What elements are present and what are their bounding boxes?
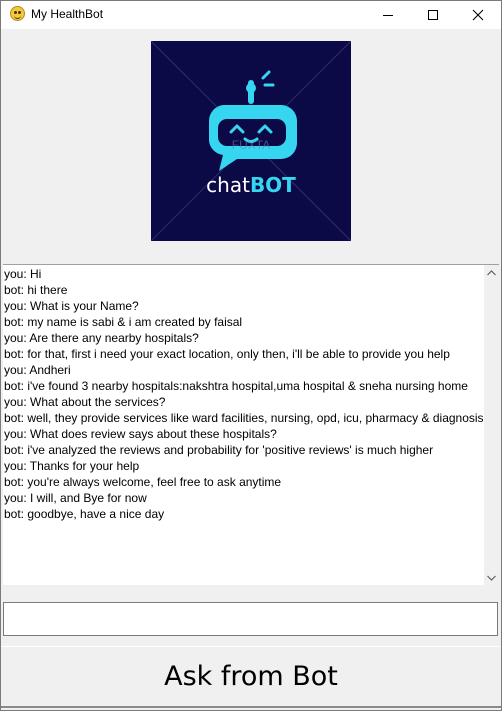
watermark-text: FUXTA [232,138,270,152]
chat-message: bot: for that, first i need your exact l… [4,347,450,361]
chat-message: you: Thanks for your help [4,459,140,473]
smiley-emoji-icon [10,6,25,21]
chat-message: bot: well, they provide services like wa… [4,411,483,425]
chat-message: bot: you're always welcome, feel free to… [4,475,282,489]
vertical-scrollbar[interactable] [484,265,499,585]
chat-message: you: Andheri [4,363,71,377]
logo-wordmark: chatBOT [206,173,296,197]
close-icon [472,9,484,21]
chat-message: you: Are there any nearby hospitals? [4,331,199,345]
message-input[interactable] [3,602,498,636]
chat-message: bot: hi there [4,283,68,297]
maximize-icon [428,10,438,20]
chat-message: you: What is your Name? [4,299,139,313]
app-window: My HealthBot FUXTA chatBOT you: Hi bot: … [0,0,502,711]
scroll-up-button[interactable] [484,265,499,280]
chat-message: bot: my name is sabi & i am created by f… [4,315,243,329]
chevron-down-icon [487,575,496,581]
chat-message: you: What does review says about these h… [4,427,277,441]
minimize-icon [383,15,393,16]
chat-message: bot: goodbye, have a nice day [4,507,165,521]
title-bar[interactable]: My HealthBot [1,1,501,29]
ask-from-bot-button[interactable]: Ask from Bot [1,646,501,708]
chat-history[interactable]: you: Hi bot: hi there you: What is your Na… [3,264,499,597]
minimize-button[interactable] [365,1,411,29]
chat-message: you: What about the services? [4,395,166,409]
chat-history-content: you: Hi bot: hi there you: What is your Na… [3,266,483,584]
chat-message: you: Hi [4,267,42,281]
scroll-down-button[interactable] [484,570,499,585]
chat-message: you: I will, and Bye for now [4,491,147,505]
maximize-button[interactable] [410,1,456,29]
chevron-up-icon [487,269,496,275]
logo-word-chat: chat [206,173,250,197]
window-title: My HealthBot [31,7,104,21]
close-button[interactable] [455,1,501,29]
chat-message: bot: i've found 3 nearby hospitals:naksh… [4,379,468,393]
chat-message: bot: i've analyzed the reviews and proba… [4,443,434,457]
logo-word-bot: BOT [250,173,296,197]
chatbot-logo: FUXTA chatBOT [151,41,351,241]
horizontal-scrollbar[interactable] [3,585,499,597]
